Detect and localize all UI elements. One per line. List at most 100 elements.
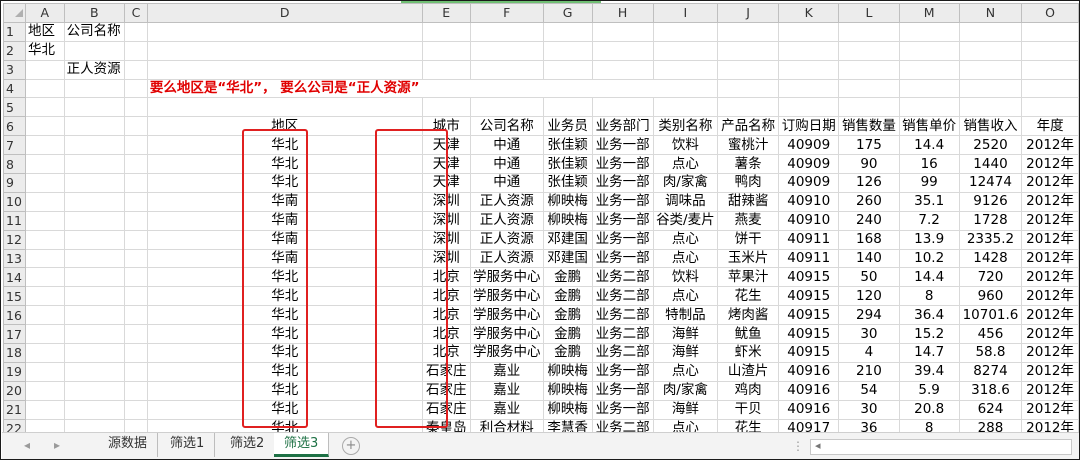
cell-a16[interactable] xyxy=(24,305,65,326)
cell-l20[interactable]: 54 xyxy=(838,380,900,401)
cell-e4[interactable] xyxy=(422,78,471,99)
cell-i14[interactable]: 饮料 xyxy=(652,267,719,288)
cell-f16[interactable]: 学服务中心 xyxy=(469,305,544,326)
cell-b5[interactable] xyxy=(63,97,126,118)
cell-o16[interactable]: 2012年 xyxy=(1021,305,1079,326)
cell-a12[interactable] xyxy=(24,229,65,250)
cell-o19[interactable]: 2012年 xyxy=(1021,361,1079,382)
cell-c5[interactable] xyxy=(124,97,148,118)
cell-b9[interactable] xyxy=(63,173,126,193)
scroll-splitter-icon[interactable]: ⋮ xyxy=(792,439,804,453)
cell-o6[interactable]: 年度 xyxy=(1021,116,1079,137)
cell-b15[interactable] xyxy=(63,286,126,307)
cell-l18[interactable]: 4 xyxy=(838,343,900,363)
cell-h3[interactable] xyxy=(591,59,654,80)
cell-b14[interactable] xyxy=(63,267,126,288)
cell-h5[interactable] xyxy=(591,97,654,118)
column-header-l[interactable]: L xyxy=(838,3,900,23)
cell-l19[interactable]: 210 xyxy=(838,361,900,382)
cell-d14[interactable]: 华北 xyxy=(146,267,423,288)
cell-g13[interactable]: 邓建国 xyxy=(542,248,593,269)
row-header[interactable]: 18 xyxy=(3,343,26,363)
cell-k10[interactable]: 40910 xyxy=(778,191,840,212)
cell-l16[interactable]: 294 xyxy=(838,305,900,326)
cell-b3[interactable]: 正人资源 xyxy=(63,59,126,80)
cell-m20[interactable]: 5.9 xyxy=(898,380,960,401)
cell-j3[interactable] xyxy=(717,59,780,80)
cell-k18[interactable]: 40915 xyxy=(778,343,840,363)
cell-c4[interactable] xyxy=(124,78,148,99)
cell-m1[interactable] xyxy=(898,21,960,42)
cell-e11[interactable]: 深圳 xyxy=(421,210,471,231)
cell-a13[interactable] xyxy=(24,248,65,269)
cell-l7[interactable]: 175 xyxy=(838,135,900,156)
row-header[interactable]: 2 xyxy=(3,40,26,61)
row-header[interactable]: 8 xyxy=(3,154,26,175)
cell-g6[interactable]: 业务员 xyxy=(542,116,593,137)
cell-a8[interactable] xyxy=(24,154,65,175)
cell-h10[interactable]: 业务一部 xyxy=(591,191,654,212)
cell-l15[interactable]: 120 xyxy=(838,286,900,307)
cell-j19[interactable]: 山渣片 xyxy=(717,361,780,382)
cell-a1[interactable]: 地区 xyxy=(24,21,65,42)
cell-g3[interactable] xyxy=(542,59,593,80)
horizontal-scrollbar[interactable]: ◂ xyxy=(810,439,1072,455)
cell-i17[interactable]: 海鲜 xyxy=(652,324,719,345)
cell-n20[interactable]: 318.6 xyxy=(958,380,1023,401)
cell-b16[interactable] xyxy=(63,305,126,326)
cell-h14[interactable]: 业务二部 xyxy=(591,267,654,288)
row-header[interactable]: 3 xyxy=(3,59,26,80)
cell-o14[interactable]: 2012年 xyxy=(1021,267,1079,288)
cell-a9[interactable] xyxy=(24,173,65,193)
tab-1[interactable]: 源数据 xyxy=(98,433,159,457)
cell-d12[interactable]: 华南 xyxy=(146,229,423,250)
cell-d15[interactable]: 华北 xyxy=(146,286,423,307)
cell-b11[interactable] xyxy=(63,210,126,231)
cell-i7[interactable]: 饮料 xyxy=(652,135,719,156)
cell-c19[interactable] xyxy=(124,361,148,382)
cell-a6[interactable] xyxy=(24,116,65,137)
cell-c20[interactable] xyxy=(124,380,148,401)
cell-n8[interactable]: 1440 xyxy=(958,154,1023,175)
cell-j15[interactable]: 花生 xyxy=(717,286,780,307)
cell-e5[interactable] xyxy=(421,97,471,118)
cell-h9[interactable]: 业务一部 xyxy=(591,173,654,193)
cell-f8[interactable]: 中通 xyxy=(469,154,544,175)
column-header-g[interactable]: G xyxy=(542,3,593,23)
cell-h7[interactable]: 业务一部 xyxy=(591,135,654,156)
cell-g5[interactable] xyxy=(542,97,593,118)
cell-j10[interactable]: 甜辣酱 xyxy=(717,191,780,212)
cell-a4[interactable] xyxy=(24,78,65,99)
cell-h8[interactable]: 业务一部 xyxy=(591,154,654,175)
cell-k17[interactable]: 40915 xyxy=(778,324,840,345)
cell-j8[interactable]: 薯条 xyxy=(717,154,780,175)
cell-e10[interactable]: 深圳 xyxy=(421,191,471,212)
cell-j9[interactable]: 鸭肉 xyxy=(717,173,780,193)
cell-m11[interactable]: 7.2 xyxy=(898,210,960,231)
cell-l2[interactable] xyxy=(838,40,900,61)
cell-l17[interactable]: 30 xyxy=(838,324,900,345)
cell-a21[interactable] xyxy=(24,399,65,420)
cell-n10[interactable]: 9126 xyxy=(958,191,1023,212)
row-header[interactable]: 7 xyxy=(3,135,26,156)
cell-i20[interactable]: 肉/家禽 xyxy=(652,380,719,401)
cell-m10[interactable]: 35.1 xyxy=(898,191,960,212)
cell-l21[interactable]: 30 xyxy=(838,399,900,420)
cell-o9[interactable]: 2012年 xyxy=(1021,173,1079,193)
cell-f4[interactable] xyxy=(470,78,544,99)
column-header-b[interactable]: B xyxy=(63,3,126,23)
column-header-d[interactable]: D xyxy=(146,3,423,23)
cell-l3[interactable] xyxy=(838,59,900,80)
cell-f6[interactable]: 公司名称 xyxy=(469,116,544,137)
cell-g9[interactable]: 张佳颖 xyxy=(542,173,593,193)
cell-e18[interactable]: 北京 xyxy=(421,343,471,363)
cell-k7[interactable]: 40909 xyxy=(778,135,840,156)
row-header[interactable]: 13 xyxy=(3,248,26,269)
cell-o20[interactable]: 2012年 xyxy=(1021,380,1079,401)
cell-i11[interactable]: 谷类/麦片 xyxy=(652,210,719,231)
cell-k21[interactable]: 40916 xyxy=(778,399,840,420)
cell-c9[interactable] xyxy=(124,173,148,193)
cell-c17[interactable] xyxy=(124,324,148,345)
cell-f11[interactable]: 正人资源 xyxy=(469,210,544,231)
row-header[interactable]: 6 xyxy=(3,116,26,137)
